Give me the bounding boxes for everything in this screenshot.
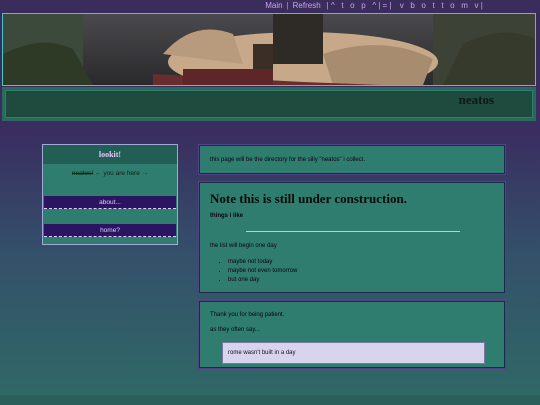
current-page-label: neatos! — [71, 170, 94, 177]
sidebar: lookit! neatos! ← you are here → about..… — [42, 144, 178, 245]
saying-intro: as they often say... — [210, 327, 260, 333]
divider — [246, 231, 460, 232]
title-bar: neatos — [2, 87, 536, 121]
sidebar-link-about[interactable]: about... — [44, 196, 176, 209]
sidebar-heading: lookit! — [43, 145, 177, 164]
list-item: maybe not even tomorrow — [228, 268, 297, 274]
list-intro: the list will begin one day — [210, 243, 277, 249]
list-item: but one day — [228, 277, 297, 283]
page-title: neatos — [458, 92, 494, 107]
header-banner-image — [2, 13, 536, 86]
current-page-indicator: neatos! ← you are here → — [43, 170, 177, 177]
thanks-panel: Thank you for being patient. as they oft… — [199, 301, 505, 368]
nav-refresh-link[interactable]: Refresh — [293, 1, 321, 10]
thanks-text: Thank you for being patient. — [210, 312, 285, 318]
title-bar-inner — [5, 90, 533, 118]
nav-top-link[interactable]: |^ t o p ^|=| — [327, 1, 394, 10]
current-page-suffix: ← you are here → — [95, 170, 149, 177]
list-item: maybe not today — [228, 259, 297, 265]
notice-subheading: things i like — [210, 213, 244, 219]
bottom-bar — [0, 395, 540, 405]
nav-bottom-link[interactable]: v b o t t o m v| — [400, 1, 485, 10]
nav-main-link[interactable]: Main — [265, 1, 282, 10]
quote-box: rome wasn't built in a day — [222, 342, 485, 364]
top-nav: Main | Refresh |^ t o p ^|=| v b o t t o m v… — [262, 1, 488, 10]
sidebar-link-home[interactable]: home? — [44, 224, 176, 237]
likes-list: maybe not today maybe not even tomorrow … — [228, 259, 297, 286]
notice-panel: Note this is still under construction. t… — [199, 182, 505, 293]
intro-text: this page will be the directory for the … — [210, 157, 365, 163]
nav-divider: | — [286, 1, 289, 10]
intro-panel: this page will be the directory for the … — [199, 145, 505, 174]
notice-heading: Note this is still under construction. — [210, 191, 407, 206]
